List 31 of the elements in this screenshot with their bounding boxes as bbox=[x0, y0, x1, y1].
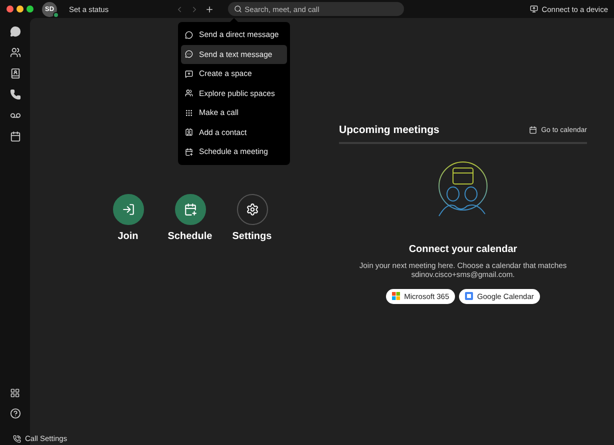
chat-bubble-icon bbox=[185, 30, 193, 39]
calendar-logo-icon bbox=[465, 292, 474, 300]
quick-action-button[interactable]: Schedule bbox=[166, 194, 214, 242]
calendar-plus-icon bbox=[185, 148, 193, 156]
contact-card-icon bbox=[185, 128, 193, 136]
presence-dot-icon bbox=[53, 12, 59, 18]
help-icon[interactable] bbox=[10, 408, 20, 419]
empty-state-title: Connect your calendar bbox=[408, 244, 518, 255]
phone-icon[interactable] bbox=[10, 89, 20, 100]
plus-icon[interactable] bbox=[204, 4, 214, 14]
calendar-icon[interactable] bbox=[10, 131, 20, 142]
calendar-plus-icon bbox=[174, 194, 206, 225]
settings-icon bbox=[236, 194, 268, 225]
contact-book-icon[interactable] bbox=[10, 68, 20, 79]
people-icon[interactable] bbox=[10, 47, 20, 58]
chat-dots-icon bbox=[185, 50, 193, 58]
chat-bubble-icon[interactable] bbox=[10, 26, 20, 37]
chat-plus-icon bbox=[185, 70, 193, 78]
phone-icon bbox=[13, 434, 21, 442]
windows-logo-icon bbox=[392, 292, 400, 300]
panel-title: Upcoming meetings bbox=[339, 124, 440, 136]
people-icon bbox=[185, 89, 193, 98]
quick-action-button[interactable]: Settings bbox=[228, 194, 276, 242]
window-controls-icon[interactable] bbox=[6, 5, 36, 13]
voicemail-icon[interactable] bbox=[10, 110, 20, 121]
screen-share-icon bbox=[530, 5, 538, 13]
search-icon bbox=[234, 5, 242, 13]
dialpad-icon bbox=[185, 108, 193, 117]
quick-action-button[interactable]: Join bbox=[104, 194, 152, 242]
calendar-icon bbox=[529, 126, 538, 134]
apps-grid-icon[interactable] bbox=[10, 388, 20, 398]
